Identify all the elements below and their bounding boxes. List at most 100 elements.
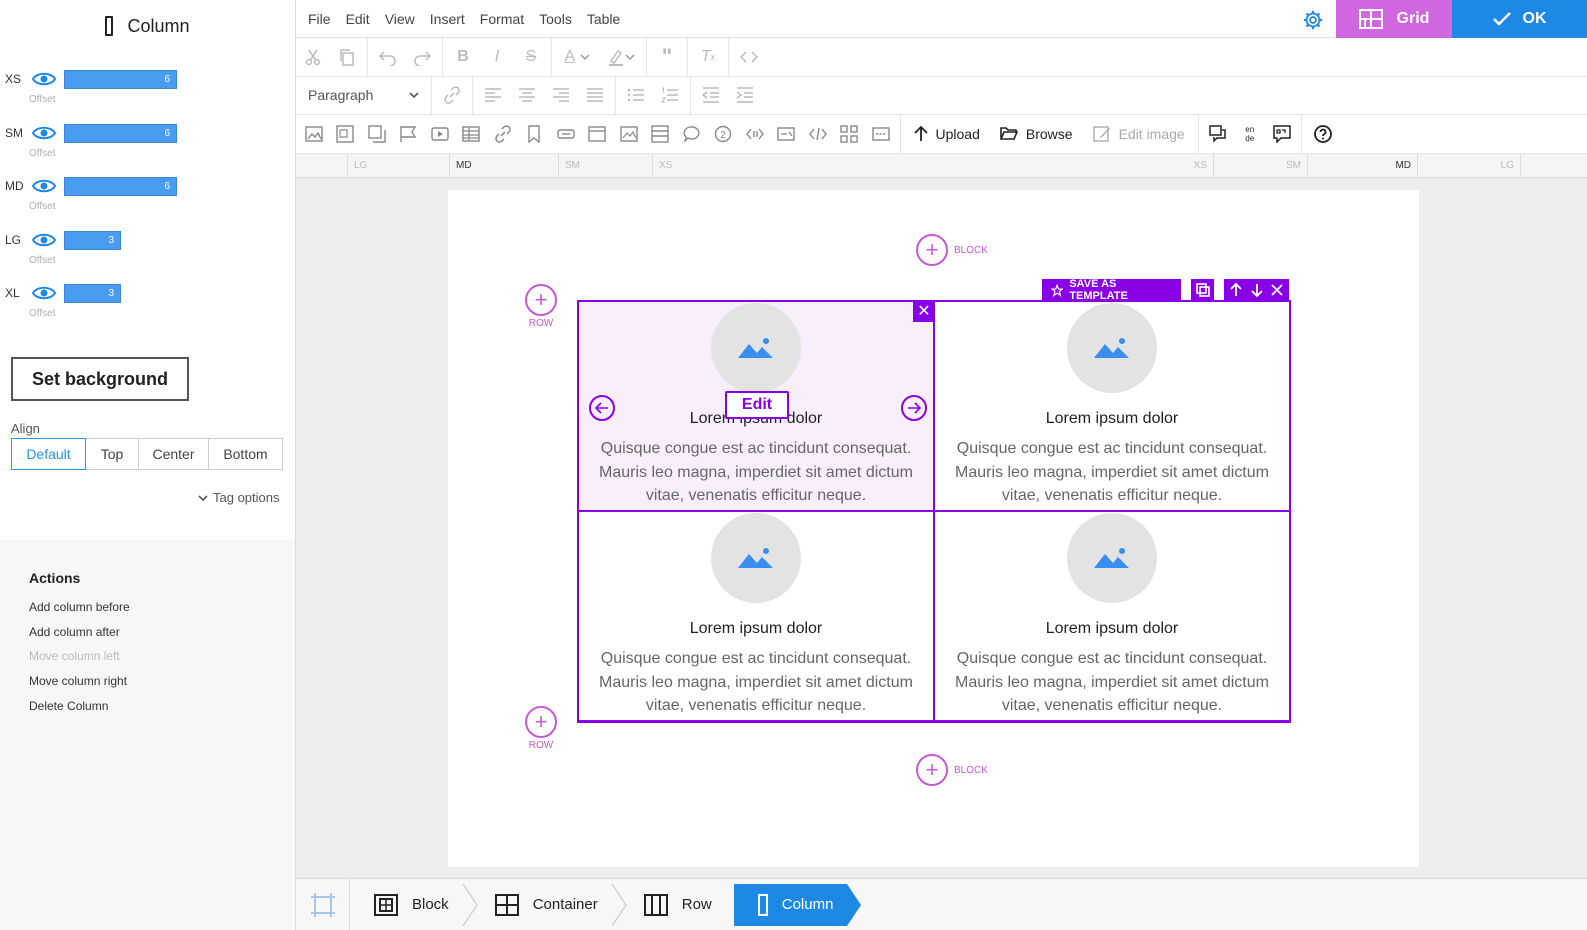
- add-column-after-action[interactable]: Add column after: [29, 624, 130, 649]
- ruler-right-xs[interactable]: XS: [1116, 153, 1214, 178]
- ruler-left-xs[interactable]: XS: [652, 153, 1052, 178]
- badge-icon[interactable]: 2: [708, 119, 740, 149]
- menu-insert[interactable]: Insert: [430, 11, 465, 27]
- duplicate-row-button[interactable]: [1191, 279, 1215, 301]
- column-text[interactable]: Quisque congue est ac tincidunt consequa…: [579, 437, 933, 508]
- horizontal-rule-icon[interactable]: [865, 119, 897, 149]
- language-switch-icon[interactable]: en de: [1234, 119, 1266, 149]
- bold-icon[interactable]: B: [446, 42, 480, 72]
- column-width-slider[interactable]: 3: [64, 230, 121, 250]
- menu-format[interactable]: Format: [480, 11, 524, 27]
- add-row-bottom-button[interactable]: + ROW: [525, 706, 557, 751]
- form-icon[interactable]: [771, 119, 803, 149]
- browse-button[interactable]: Browse: [999, 126, 1073, 142]
- comments-icon[interactable]: [1202, 119, 1234, 149]
- image-placeholder[interactable]: [711, 513, 801, 603]
- tag-options-toggle[interactable]: Tag options: [197, 490, 280, 505]
- block-format-select[interactable]: Paragraph: [296, 80, 428, 110]
- banner-icon[interactable]: [393, 119, 425, 149]
- breadcrumb-row[interactable]: Row: [620, 884, 734, 926]
- column-text[interactable]: Quisque congue est ac tincidunt consequa…: [935, 647, 1289, 718]
- eye-icon[interactable]: [32, 284, 56, 302]
- offset-label[interactable]: Offset: [29, 148, 56, 159]
- link-icon[interactable]: [435, 80, 469, 110]
- grid-column-selected[interactable]: Lorem ipsum dolor Quisque congue est ac …: [577, 300, 935, 512]
- spellcheck-icon[interactable]: [1266, 119, 1298, 149]
- add-block-bottom-button[interactable]: + BLOCK: [916, 754, 988, 786]
- add-column-before-action[interactable]: Add column before: [29, 599, 130, 624]
- grid-column[interactable]: Lorem ipsum dolor Quisque congue est ac …: [934, 301, 1290, 511]
- menu-edit[interactable]: Edit: [346, 11, 370, 27]
- italic-icon[interactable]: I: [480, 42, 514, 72]
- eye-icon[interactable]: [32, 70, 56, 88]
- arrow-down-icon[interactable]: [1250, 283, 1263, 297]
- eye-icon[interactable]: [32, 124, 56, 142]
- breadcrumb-column[interactable]: Column: [733, 883, 862, 926]
- code-icon[interactable]: [802, 119, 834, 149]
- strikethrough-icon[interactable]: S: [514, 42, 548, 72]
- gallery-icon[interactable]: [361, 119, 393, 149]
- edit-column-button[interactable]: Edit: [725, 391, 789, 419]
- column-text[interactable]: Quisque congue est ac tincidunt consequa…: [935, 437, 1289, 508]
- grid-column[interactable]: Lorem ipsum dolor Quisque congue est ac …: [934, 511, 1290, 721]
- menu-table[interactable]: Table: [587, 11, 620, 27]
- column-title[interactable]: Lorem ipsum dolor: [579, 620, 933, 638]
- ruler-left-sm[interactable]: SM: [558, 153, 652, 178]
- accordion-icon[interactable]: [645, 119, 677, 149]
- indent-icon[interactable]: [728, 80, 762, 110]
- ruler-right-sm[interactable]: SM: [1214, 153, 1308, 178]
- ruler-left-lg[interactable]: LG: [347, 153, 449, 178]
- image-icon[interactable]: [298, 119, 330, 149]
- breadcrumb-container[interactable]: Container: [471, 883, 627, 926]
- offset-label[interactable]: Offset: [29, 308, 56, 319]
- copy-icon[interactable]: [330, 42, 364, 72]
- cut-icon[interactable]: [296, 42, 330, 72]
- column-title[interactable]: Lorem ipsum dolor: [935, 410, 1289, 428]
- ruler-left-md[interactable]: MD: [449, 153, 558, 178]
- image-placeholder[interactable]: [1067, 513, 1157, 603]
- ruler-right-md[interactable]: MD: [1308, 153, 1418, 178]
- column-width-slider[interactable]: 6: [64, 123, 177, 143]
- image-placeholder[interactable]: [711, 303, 801, 393]
- align-center-button[interactable]: Center: [138, 438, 209, 470]
- align-right-icon[interactable]: [544, 80, 578, 110]
- ruler-right-lg[interactable]: LG: [1418, 153, 1521, 178]
- set-background-button[interactable]: Set background: [11, 357, 189, 401]
- breadcrumb-block[interactable]: Block: [350, 883, 478, 926]
- ok-button[interactable]: OK: [1452, 0, 1587, 38]
- help-icon[interactable]: [1305, 119, 1341, 149]
- upload-button[interactable]: Upload: [913, 125, 980, 142]
- column-width-slider[interactable]: 6: [64, 177, 177, 196]
- column-text[interactable]: Quisque congue est ac tincidunt consequa…: [579, 647, 933, 718]
- clear-formatting-icon[interactable]: Tx: [691, 42, 725, 72]
- image-with-text-icon[interactable]: [330, 119, 362, 149]
- table-icon[interactable]: [456, 119, 488, 149]
- card-icon[interactable]: [582, 119, 614, 149]
- move-column-left-button[interactable]: [589, 395, 615, 421]
- gear-icon[interactable]: [1302, 9, 1324, 31]
- eye-icon[interactable]: [32, 231, 56, 249]
- offset-label[interactable]: Offset: [29, 201, 56, 212]
- image-hover-icon[interactable]: [613, 119, 645, 149]
- column-width-slider[interactable]: 3: [64, 284, 121, 303]
- align-bottom-button[interactable]: Bottom: [208, 438, 283, 470]
- image-placeholder[interactable]: [1067, 303, 1157, 393]
- offset-label[interactable]: Offset: [29, 94, 56, 105]
- bookmark-icon[interactable]: [519, 119, 551, 149]
- menu-view[interactable]: View: [385, 11, 415, 27]
- text-color-icon[interactable]: A: [555, 42, 599, 72]
- align-top-button[interactable]: Top: [85, 438, 139, 470]
- delete-column-action[interactable]: Delete Column: [29, 698, 130, 723]
- comment-icon[interactable]: [676, 119, 708, 149]
- redo-icon[interactable]: [405, 42, 439, 72]
- highlight-color-icon[interactable]: [599, 42, 643, 72]
- align-justify-icon[interactable]: [578, 80, 612, 110]
- grid-row[interactable]: SAVE AS TEMPLATE Lorem ipsum: [577, 278, 1291, 723]
- eye-icon[interactable]: [32, 177, 56, 195]
- move-column-right-action[interactable]: Move column right: [29, 673, 130, 698]
- arrow-up-icon[interactable]: [1230, 283, 1242, 297]
- video-icon[interactable]: [424, 119, 456, 149]
- undo-icon[interactable]: [371, 42, 405, 72]
- add-block-top-button[interactable]: + BLOCK: [916, 234, 988, 266]
- outdent-icon[interactable]: [694, 80, 728, 110]
